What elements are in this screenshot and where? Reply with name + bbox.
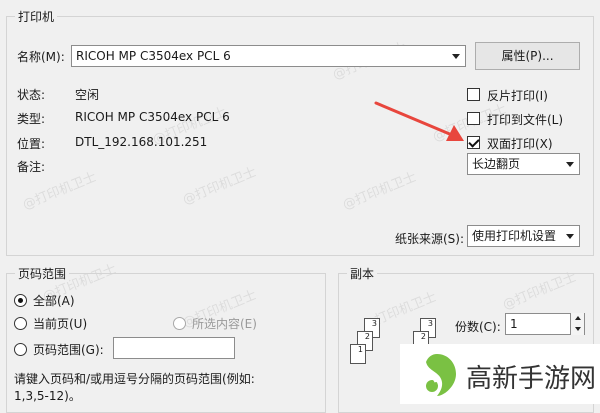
chevron-down-icon — [566, 234, 574, 239]
printer-group-title: 打印机 — [15, 8, 58, 25]
page-range-input[interactable] — [113, 337, 235, 359]
range-all-label: 全部(A) — [33, 294, 75, 308]
printer-name-label: 名称(M): — [17, 50, 65, 64]
paper-source-value: 使用打印机设置 — [472, 229, 557, 243]
range-current-radio[interactable] — [14, 317, 27, 330]
properties-button[interactable]: 属性(P)... — [475, 42, 580, 70]
brand-logo: 高新手游网 — [400, 344, 600, 404]
spin-down-icon[interactable] — [571, 324, 585, 334]
copies-count-label: 份数(C): — [455, 320, 501, 334]
printer-name-value: RICOH MP C3504ex PCL 6 — [76, 49, 231, 63]
range-selection-label: 所选内容(E) — [192, 317, 257, 331]
chevron-down-icon — [452, 54, 460, 59]
range-pages-label: 页码范围(G): — [33, 343, 104, 357]
copies-spinner[interactable] — [570, 313, 584, 335]
type-value: RICOH MP C3504ex PCL 6 — [75, 110, 230, 124]
paper-source-label: 纸张来源(S): — [395, 232, 465, 246]
spin-up-icon[interactable] — [571, 313, 585, 323]
page-range-group-title: 页码范围 — [15, 265, 70, 282]
copies-count-value: 1 — [510, 317, 518, 331]
annotation-arrow-icon — [374, 101, 464, 141]
chevron-down-icon — [566, 162, 574, 167]
status-label: 状态: — [17, 88, 46, 102]
paper-source-select[interactable]: 使用打印机设置 — [467, 225, 580, 247]
status-value: 空闲 — [75, 88, 100, 102]
range-current-label: 当前页(U) — [33, 317, 88, 331]
collate-page: 1 — [350, 344, 366, 364]
print-to-file-label: 打印到文件(L) — [487, 113, 564, 127]
comment-label: 备注: — [17, 160, 46, 174]
type-label: 类型: — [17, 112, 46, 126]
duplex-mode-select[interactable]: 长边翻页 — [467, 153, 580, 175]
page-range-hint-example: 1,3,5-12)。 — [14, 389, 81, 403]
duplex-label: 双面打印(X) — [487, 137, 553, 151]
location-value: DTL_192.168.101.251 — [75, 135, 208, 149]
copies-count-input[interactable]: 1 — [505, 313, 585, 335]
range-all-radio[interactable] — [14, 294, 27, 307]
copies-group-title: 副本 — [347, 265, 378, 282]
range-selection-radio — [173, 317, 186, 330]
range-pages-radio[interactable] — [14, 343, 27, 356]
brand-name: 高新手游网 — [466, 364, 597, 394]
brand-logo-icon — [420, 354, 456, 396]
reverse-print-label: 反片打印(I) — [487, 89, 548, 103]
location-label: 位置: — [17, 137, 46, 151]
printer-name-select[interactable]: RICOH MP C3504ex PCL 6 — [71, 45, 466, 67]
duplex-mode-value: 长边翻页 — [472, 157, 521, 171]
page-range-hint: 请键入页码和/或用逗号分隔的页码范围(例如: — [14, 372, 255, 386]
